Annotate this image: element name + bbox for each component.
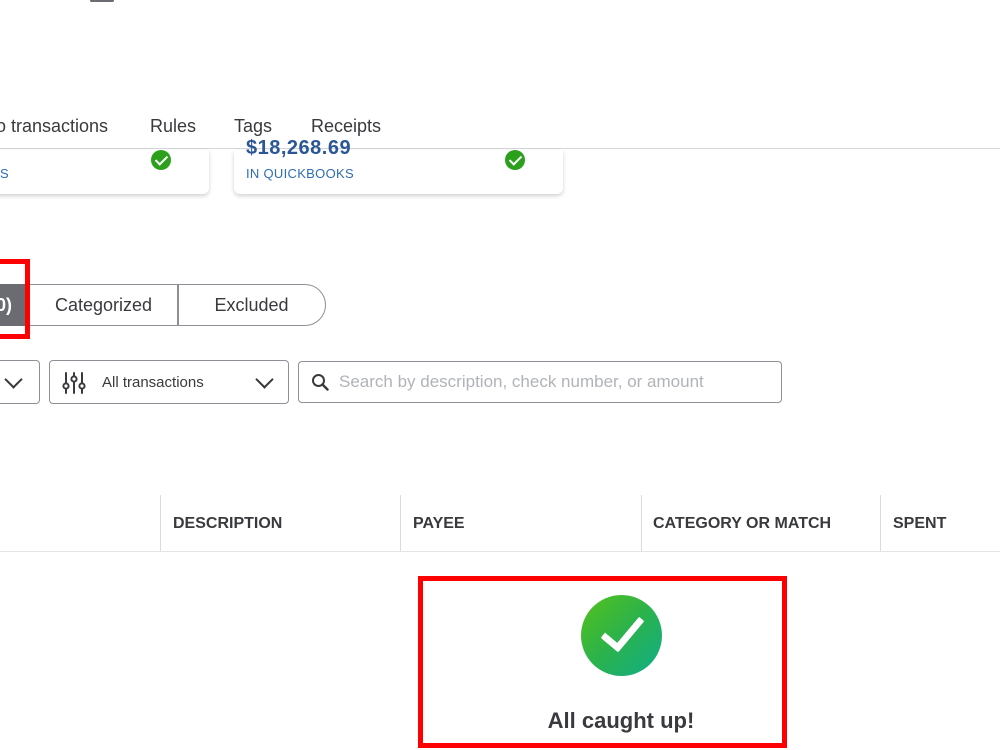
highlight-box [418, 576, 787, 748]
column-header-description[interactable]: DESCRIPTION [173, 515, 282, 533]
document-icon[interactable] [90, 0, 114, 2]
table-header-divider [0, 551, 1000, 552]
quickbooks-balance-label: IN QUICKBOOKS [246, 166, 354, 181]
tab-receipts[interactable]: Receipts [311, 116, 381, 137]
quickbooks-balance-amount: $18,268.69 [246, 137, 352, 159]
sliders-icon [62, 372, 86, 394]
chevron-down-icon [4, 370, 23, 389]
table-header [0, 495, 1000, 551]
bank-balance-card[interactable]: S [0, 150, 209, 194]
transaction-type-value: All transactions [102, 374, 204, 391]
tab-transactions[interactable]: o transactions [0, 116, 108, 137]
subnav-divider [0, 148, 1000, 149]
banking-page: o transactions Rules Tags Receipts S $18… [0, 0, 1000, 750]
search-input[interactable] [339, 368, 769, 396]
column-separator [641, 495, 642, 551]
quickbooks-balance-card[interactable]: $18,268.69 IN QUICKBOOKS [234, 137, 563, 194]
column-header-spent[interactable]: SPENT [893, 515, 946, 533]
tab-rules[interactable]: Rules [150, 116, 196, 137]
column-header-payee[interactable]: PAYEE [413, 515, 465, 533]
bank-balance-label: S [0, 166, 9, 181]
tab-excluded[interactable]: Excluded [177, 284, 326, 326]
search-icon [312, 374, 329, 391]
tab-categorized[interactable]: Categorized [28, 284, 179, 326]
column-separator [400, 495, 401, 551]
segment-divider [177, 284, 179, 326]
chevron-down-icon [255, 370, 274, 389]
check-circle-icon [151, 150, 171, 170]
highlight-box [0, 259, 30, 339]
tab-tags[interactable]: Tags [234, 116, 272, 137]
transaction-type-dropdown[interactable]: All transactions [49, 360, 289, 404]
column-separator [880, 495, 881, 551]
account-dropdown[interactable] [0, 360, 40, 404]
excluded-label: Excluded [214, 294, 289, 315]
column-separator [160, 495, 161, 551]
search-box[interactable] [298, 361, 782, 403]
column-header-category[interactable]: CATEGORY OR MATCH [653, 515, 831, 533]
check-circle-icon [505, 150, 525, 170]
categorized-label: Categorized [54, 294, 153, 315]
